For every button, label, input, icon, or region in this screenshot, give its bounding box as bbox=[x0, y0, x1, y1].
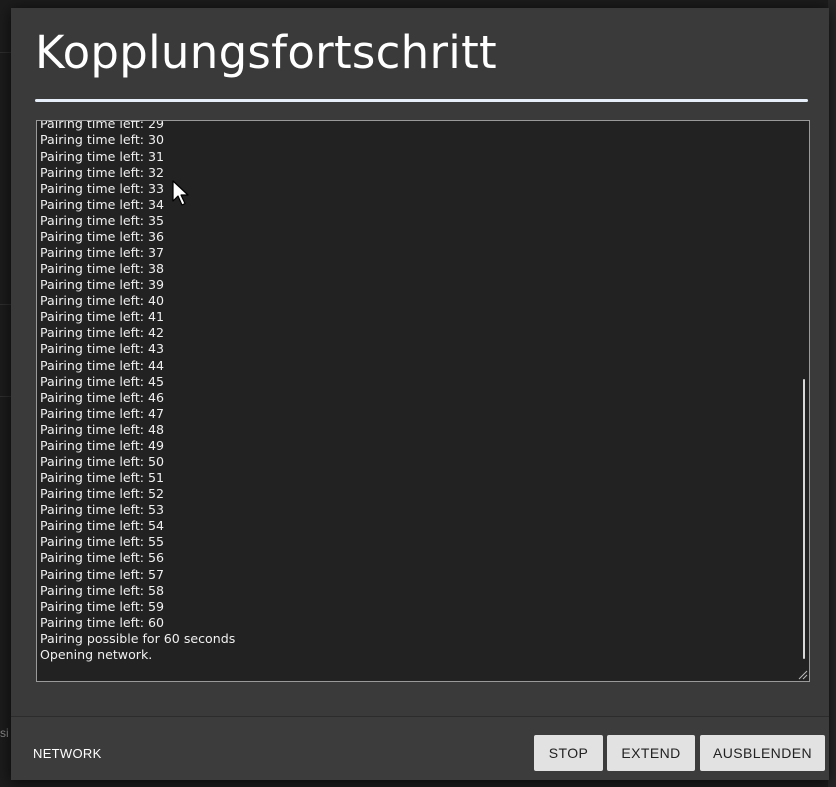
log-line: Pairing time left: 49 bbox=[40, 437, 165, 453]
log-line: Pairing time left: 47 bbox=[40, 405, 165, 421]
mouse-pointer-arrow-icon bbox=[172, 180, 189, 206]
log-line: Pairing time left: 45 bbox=[40, 373, 165, 389]
log-scrollbar-thumb[interactable] bbox=[803, 379, 805, 659]
log-line: Pairing time left: 37 bbox=[40, 244, 165, 260]
log-line: Pairing time left: 50 bbox=[40, 453, 165, 469]
log-line: Opening network. bbox=[40, 646, 153, 662]
log-line: Pairing time left: 29 bbox=[40, 120, 165, 132]
dialog-footer: NETWORK STOP EXTEND AUSBLENDEN bbox=[11, 717, 829, 780]
log-line: Pairing time left: 48 bbox=[40, 421, 165, 437]
log-line: Pairing time left: 35 bbox=[40, 212, 165, 228]
log-line: Pairing time left: 52 bbox=[40, 486, 165, 502]
dialog-title: Kopplungsfortschritt bbox=[35, 26, 497, 79]
log-line: Pairing time left: 55 bbox=[40, 534, 165, 550]
log-line: Pairing time left: 39 bbox=[40, 277, 165, 293]
network-label: NETWORK bbox=[33, 746, 102, 761]
log-line: Pairing time left: 60 bbox=[40, 614, 165, 630]
log-line: Pairing time left: 43 bbox=[40, 341, 165, 357]
background-right-strip bbox=[828, 0, 836, 787]
log-line: Pairing time left: 31 bbox=[40, 148, 165, 164]
log-line: Pairing time left: 38 bbox=[40, 261, 165, 277]
log-line: Pairing time left: 40 bbox=[40, 293, 165, 309]
pairing-progress-dialog: Kopplungsfortschritt Pairing time left: … bbox=[11, 8, 829, 780]
log-line: Pairing time left: 41 bbox=[40, 309, 165, 325]
log-line: Pairing time left: 56 bbox=[40, 550, 165, 566]
log-line: Pairing time left: 53 bbox=[40, 502, 165, 518]
pairing-log-textarea[interactable]: Pairing time left: 29 Pairing time left: … bbox=[36, 120, 810, 682]
log-line: Pairing time left: 46 bbox=[40, 389, 165, 405]
log-line: Pairing time left: 34 bbox=[40, 196, 165, 212]
resize-grip-icon[interactable] bbox=[796, 668, 808, 680]
title-underline bbox=[35, 99, 808, 102]
log-line: Pairing time left: 51 bbox=[40, 470, 165, 486]
log-lines: Pairing time left: 29 Pairing time left: … bbox=[40, 120, 780, 663]
log-line: Pairing time left: 59 bbox=[40, 598, 165, 614]
log-line: Pairing time left: 57 bbox=[40, 566, 165, 582]
log-line: Pairing time left: 33 bbox=[40, 180, 165, 196]
log-line: Pairing time left: 32 bbox=[40, 164, 165, 180]
log-line: Pairing time left: 30 bbox=[40, 132, 165, 148]
stop-button[interactable]: STOP bbox=[534, 735, 603, 771]
hide-button[interactable]: AUSBLENDEN bbox=[700, 735, 825, 771]
log-line: Pairing possible for 60 seconds bbox=[40, 630, 236, 646]
log-line: Pairing time left: 54 bbox=[40, 518, 165, 534]
background-edge-text: si bbox=[0, 726, 9, 740]
log-line: Pairing time left: 42 bbox=[40, 325, 165, 341]
log-line: Pairing time left: 36 bbox=[40, 228, 165, 244]
log-line: Pairing time left: 58 bbox=[40, 582, 165, 598]
extend-button[interactable]: EXTEND bbox=[607, 735, 695, 771]
log-line: Pairing time left: 44 bbox=[40, 357, 165, 373]
